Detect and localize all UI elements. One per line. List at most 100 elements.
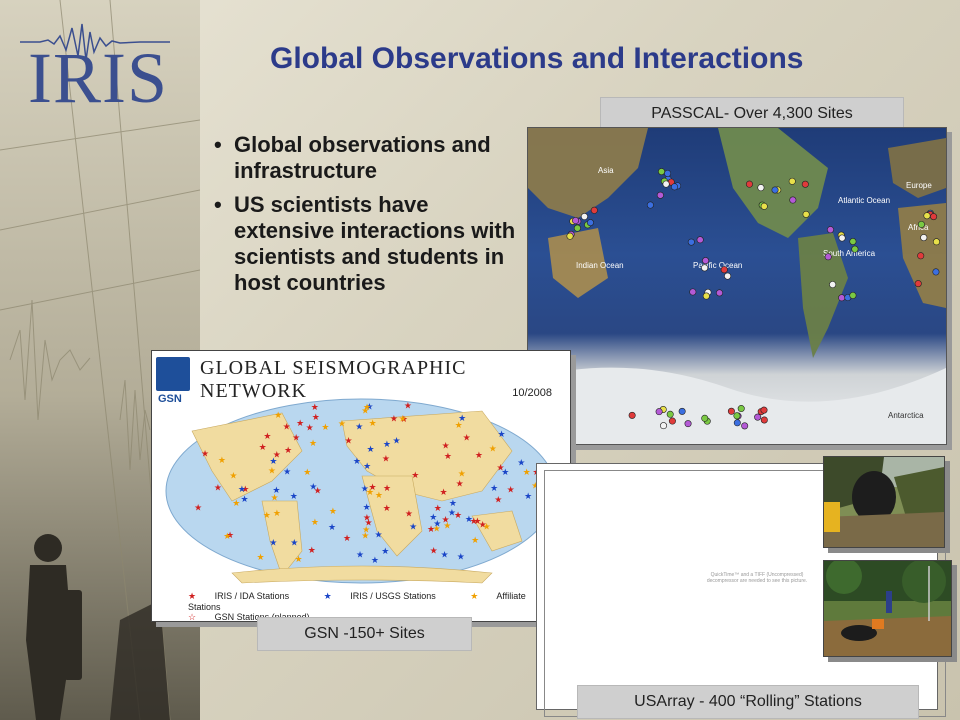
site-marker	[914, 280, 922, 288]
site-marker	[757, 184, 765, 192]
bullet-item: US scientists have extensive interaction…	[210, 192, 525, 296]
usarray-photo-installation	[823, 560, 952, 657]
station-star: ★	[463, 433, 471, 443]
site-marker	[923, 212, 931, 220]
station-star: ★	[494, 494, 502, 504]
north-america-landmass	[718, 128, 828, 238]
usarray-photo-culvert	[823, 456, 945, 548]
site-marker	[701, 264, 709, 272]
station-star: ★	[329, 506, 337, 516]
gsn-map-panel: GSN GLOBAL SEISMOGRAPHIC NETWORK 10/2008…	[151, 350, 571, 622]
station-star: ★	[430, 545, 438, 555]
station-star: ★	[308, 545, 316, 555]
station-star: ★	[383, 439, 391, 449]
station-star: ★	[457, 552, 465, 562]
iris-logo: IRIS	[28, 38, 169, 118]
station-star: ★	[449, 498, 457, 508]
legend-item-iris-usgs: ★ IRIS / USGS Stations	[323, 591, 436, 601]
station-star: ★	[238, 484, 246, 494]
station-star: ★	[524, 491, 532, 501]
site-marker	[696, 236, 704, 244]
station-star: ★	[355, 421, 363, 431]
site-marker	[678, 407, 686, 415]
station-star: ★	[274, 410, 282, 420]
station-star: ★	[475, 450, 483, 460]
site-marker	[573, 224, 581, 232]
station-star: ★	[381, 546, 389, 556]
site-marker	[789, 196, 797, 204]
site-marker	[851, 245, 859, 253]
page-title: Global Observations and Interactions	[270, 42, 804, 75]
site-marker	[733, 419, 741, 427]
station-star: ★	[338, 419, 346, 429]
station-star: ★	[442, 515, 450, 525]
place-label: Asia	[598, 166, 614, 175]
station-star: ★	[306, 423, 314, 433]
gsn-label: GSN -150+ Sites	[257, 617, 472, 651]
station-star: ★	[405, 509, 413, 519]
site-marker	[788, 177, 796, 185]
station-star: ★	[263, 431, 271, 441]
station-star: ★	[268, 466, 276, 476]
station-star: ★	[311, 402, 319, 412]
station-star: ★	[343, 533, 351, 543]
site-marker	[662, 180, 670, 188]
station-star: ★	[369, 482, 377, 492]
station-star: ★	[369, 418, 377, 428]
station-star: ★	[353, 456, 361, 466]
photo-graphic	[824, 561, 951, 656]
site-marker	[760, 406, 768, 414]
site-marker	[572, 217, 580, 225]
site-marker	[849, 237, 857, 245]
site-marker	[741, 422, 749, 430]
site-marker	[668, 417, 676, 425]
station-star: ★	[345, 436, 353, 446]
station-star: ★	[496, 462, 504, 472]
place-label: Antarctica	[888, 411, 924, 420]
station-star: ★	[363, 461, 371, 471]
station-star: ★	[284, 445, 292, 455]
antarctica-landmass	[528, 367, 946, 444]
site-marker	[838, 294, 846, 302]
site-marker	[932, 238, 940, 246]
station-star: ★	[442, 440, 450, 450]
site-marker	[932, 268, 940, 276]
photo-graphic	[824, 457, 944, 547]
station-star: ★	[290, 537, 298, 547]
passcal-map-image: Asia Europe Africa Atlantic Ocean Indian…	[527, 127, 947, 445]
station-star: ★	[390, 413, 398, 423]
site-marker	[720, 266, 728, 274]
site-marker	[838, 234, 846, 242]
station-star: ★	[312, 412, 320, 422]
station-star: ★	[363, 402, 371, 412]
passcal-label: PASSCAL- Over 4,300 Sites	[600, 97, 904, 131]
station-star: ★	[497, 429, 505, 439]
station-star: ★	[218, 455, 226, 465]
site-marker	[566, 232, 574, 240]
site-marker	[826, 226, 834, 234]
place-label: Indian Ocean	[576, 261, 624, 270]
usarray-label: USArray - 400 “Rolling” Stations	[577, 685, 919, 719]
place-label: Atlantic Ocean	[838, 196, 890, 205]
station-star: ★	[471, 535, 479, 545]
station-star: ★	[232, 498, 240, 508]
station-star: ★	[489, 444, 497, 454]
station-star: ★	[458, 468, 466, 478]
site-marker	[702, 257, 710, 265]
station-star: ★	[269, 538, 277, 548]
site-marker	[590, 206, 598, 214]
station-star: ★	[383, 483, 391, 493]
station-star: ★	[296, 418, 304, 428]
site-marker	[646, 201, 654, 209]
station-star: ★	[283, 466, 291, 476]
station-star: ★	[365, 518, 373, 528]
station-star: ★	[194, 502, 202, 512]
station-star: ★	[470, 516, 478, 526]
station-star: ★	[440, 487, 448, 497]
station-star: ★	[328, 522, 336, 532]
station-star: ★	[214, 482, 222, 492]
station-star: ★	[271, 492, 279, 502]
station-star: ★	[240, 494, 248, 504]
station-star: ★	[363, 502, 371, 512]
station-star: ★	[383, 503, 391, 513]
